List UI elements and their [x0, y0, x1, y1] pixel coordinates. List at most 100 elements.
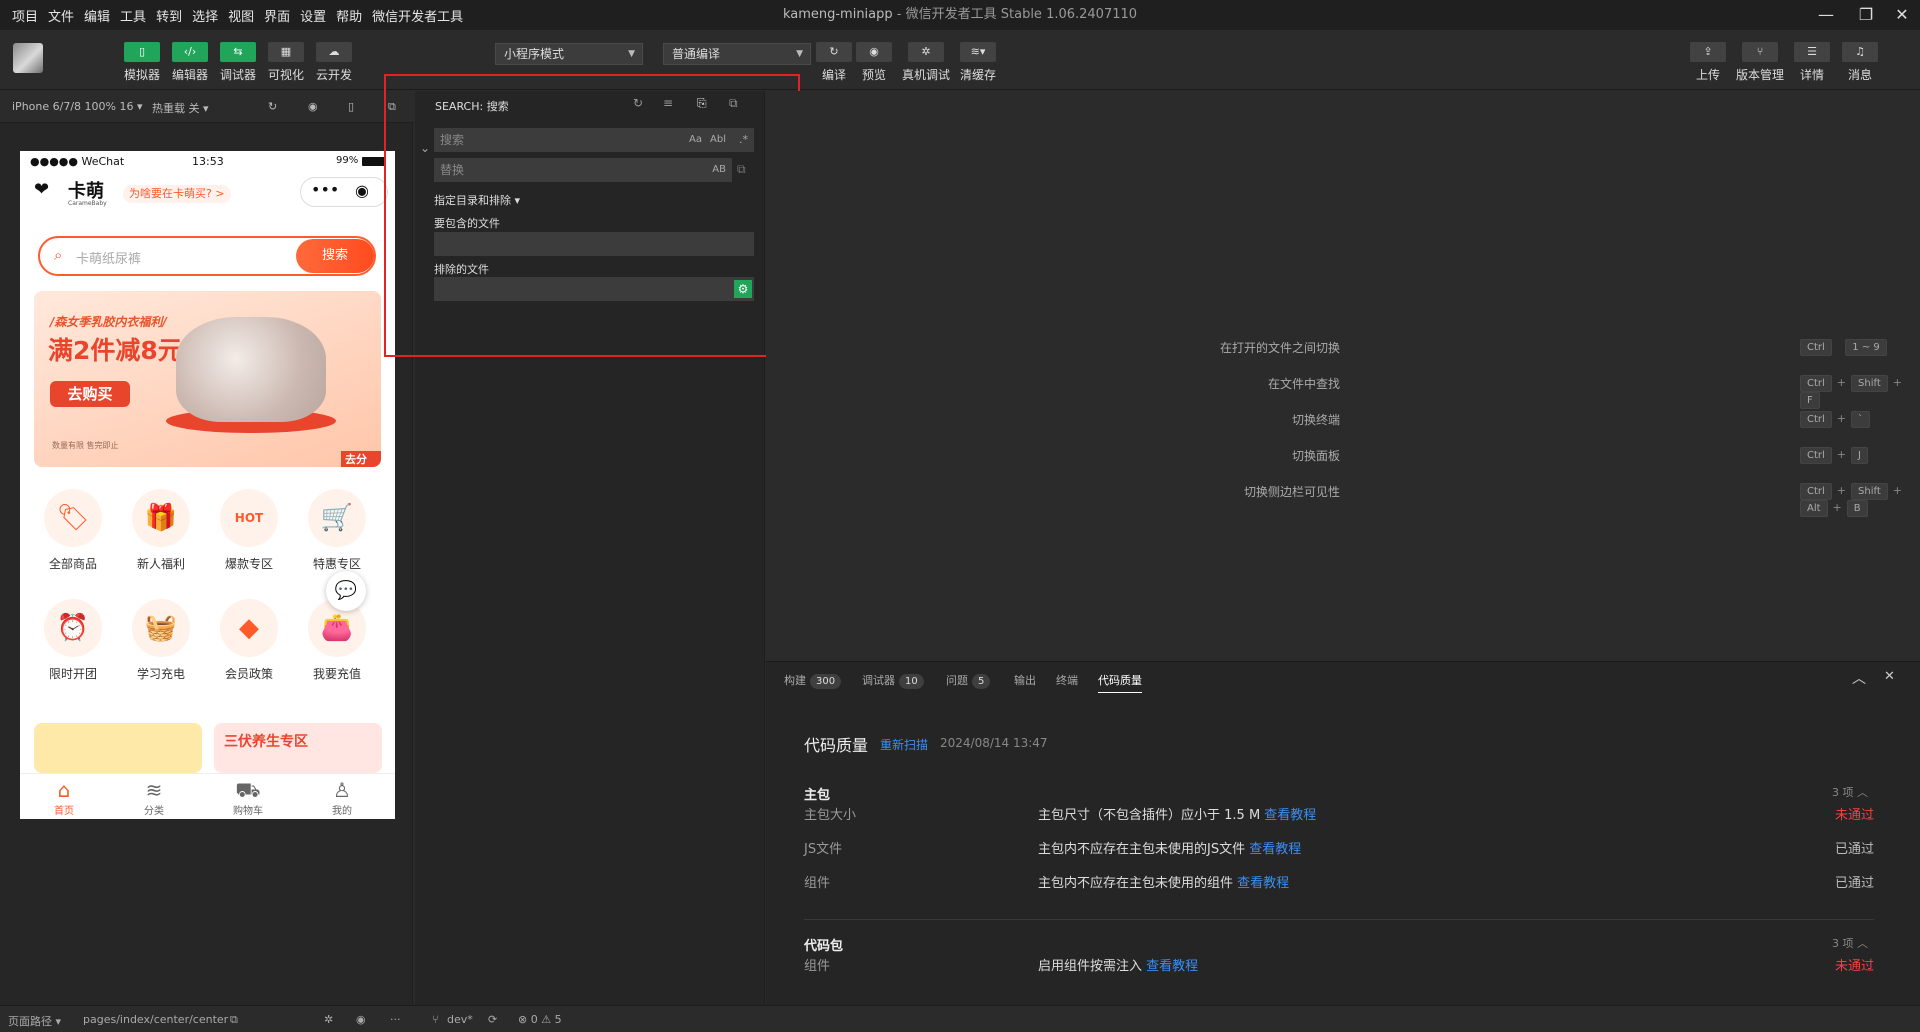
- tab-output[interactable]: 输出: [1014, 672, 1036, 688]
- search-icon: ⌕: [54, 246, 63, 264]
- version-button[interactable]: ⑂ 版本管理: [1736, 42, 1784, 83]
- tab-build[interactable]: 构建 300: [784, 672, 842, 689]
- section-code-toggle[interactable]: 3 项 ︿: [1832, 935, 1868, 951]
- user-icon: ♙: [333, 778, 351, 802]
- simulator-button[interactable]: ▯ 模拟器: [118, 42, 166, 83]
- cart-icon: ⛟: [235, 778, 261, 802]
- device-select[interactable]: iPhone 6/7/8 100% 16 ▾: [12, 100, 143, 113]
- close-icon[interactable]: ✕: [1884, 0, 1920, 30]
- toolbar: ▯ 模拟器 ‹/› 编辑器 ⇆ 调试器 ▦ 可视化 ☁ 云开发 小程序模式 ▼ 普通编译 ▼ …: [0, 30, 1920, 90]
- tutorial-link[interactable]: 查看教程: [1249, 842, 1301, 857]
- tutorial-link[interactable]: 查看教程: [1146, 959, 1198, 974]
- category-all[interactable]: 🏷 全部商品: [33, 489, 113, 572]
- search-button[interactable]: 搜索: [296, 239, 374, 273]
- why-link[interactable]: 为啥要在卡萌买? >: [123, 185, 231, 203]
- layout-icon: ▦: [268, 42, 304, 62]
- real-debug-button[interactable]: ✲ 真机调试: [902, 42, 950, 83]
- menu-tools[interactable]: 工具: [115, 6, 151, 25]
- visual-button[interactable]: ▦ 可视化: [262, 42, 310, 83]
- mode-select[interactable]: 小程序模式 ▼: [495, 43, 643, 65]
- editor-button[interactable]: ‹/› 编辑器: [166, 42, 214, 83]
- menu-edit[interactable]: 编辑: [79, 6, 115, 25]
- upload-icon: ⇪: [1690, 42, 1726, 62]
- layers-icon: ≋: [145, 778, 163, 802]
- category-member[interactable]: ◆ 会员政策: [209, 599, 289, 682]
- menu-file[interactable]: 文件: [43, 6, 79, 25]
- promo-card-right[interactable]: 三伏养生专区: [214, 723, 382, 773]
- menu-help[interactable]: 帮助: [331, 6, 367, 25]
- branch-icon[interactable]: ⑂: [432, 1013, 439, 1026]
- rotate-icon[interactable]: ↻: [268, 100, 277, 113]
- menu-interface[interactable]: 界面: [259, 6, 295, 25]
- promo-banner[interactable]: /森女季乳胶内衣福利/ 满2件减8元 去购买 数量有限 售完即止 去分享: [34, 291, 381, 467]
- chevron-up-icon[interactable]: ︿: [1852, 668, 1866, 688]
- category-special[interactable]: 🛒 特惠专区: [297, 489, 377, 572]
- restore-icon[interactable]: ❐: [1848, 0, 1884, 30]
- preview-button[interactable]: ◉ 预览: [850, 42, 898, 83]
- category-recharge[interactable]: 👛 我要充值: [297, 599, 377, 682]
- menu-select[interactable]: 选择: [187, 6, 223, 25]
- menu-wechat-devtools[interactable]: 微信开发者工具: [367, 6, 468, 25]
- search-placeholder: 卡萌纸尿裤: [76, 252, 142, 267]
- tab-problems[interactable]: 问题 5: [946, 672, 991, 689]
- problems-count[interactable]: ⊗ 0 ⚠ 5: [518, 1013, 562, 1026]
- menu-settings[interactable]: 设置: [295, 6, 331, 25]
- shortcut-row: 在打开的文件之间切换 Ctrl 1 ~ 9: [1220, 338, 1920, 358]
- tab-debugger[interactable]: 调试器 10: [862, 672, 924, 689]
- chat-bubble-icon[interactable]: 💬: [326, 571, 366, 611]
- debugger-button[interactable]: ⇆ 调试器: [214, 42, 262, 83]
- details-button[interactable]: ☰ 详情: [1788, 42, 1836, 83]
- more-icon[interactable]: •••: [311, 180, 339, 199]
- category-newcomer[interactable]: 🎁 新人福利: [121, 489, 201, 572]
- tab-mine[interactable]: ♙ 我的: [312, 778, 372, 817]
- status-bar: 页面路径 ▾ pages/index/center/center ⧉ ✲ ◉ ·…: [0, 1005, 1920, 1032]
- close-panel-icon[interactable]: ✕: [1884, 669, 1895, 684]
- menu-project[interactable]: 项目: [0, 6, 43, 25]
- cloud-button[interactable]: ☁ 云开发: [310, 42, 358, 83]
- branch-icon: ⑂: [1742, 42, 1778, 62]
- copy-icon[interactable]: ⧉: [230, 1013, 238, 1027]
- phone-screen: ●●●●● WeChat 13:53 99% ❤ 卡萌 CarameBaby 为…: [20, 151, 395, 819]
- share-button[interactable]: 去分享: [341, 451, 381, 467]
- hotreload-select[interactable]: 热重载 关 ▾: [152, 100, 209, 116]
- phone-icon[interactable]: ▯: [348, 100, 354, 113]
- section-main-toggle[interactable]: 3 项 ︿: [1832, 784, 1868, 800]
- minimize-icon[interactable]: —: [1808, 0, 1844, 30]
- tutorial-link[interactable]: 查看教程: [1264, 808, 1316, 823]
- category-learning[interactable]: 🧺 学习充电: [121, 599, 201, 682]
- debug-icon: ⇆: [220, 42, 256, 62]
- page-path-select[interactable]: 页面路径 ▾: [8, 1013, 61, 1029]
- rescan-link[interactable]: 重新扫描: [880, 736, 928, 753]
- tab-code-quality[interactable]: 代码质量: [1098, 672, 1142, 693]
- category-group[interactable]: ⏰ 限时开团: [33, 599, 113, 682]
- key-cap: J: [1851, 447, 1868, 464]
- messages-button[interactable]: ♫ 消息: [1836, 42, 1884, 83]
- menu-goto[interactable]: 转到: [151, 6, 187, 25]
- key-cap: 1 ~ 9: [1845, 339, 1887, 356]
- banner-cta-button[interactable]: 去购买: [50, 381, 130, 407]
- eye-icon[interactable]: ◉: [356, 1013, 366, 1026]
- tab-cart[interactable]: ⛟ 购物车: [218, 778, 278, 817]
- tab-terminal[interactable]: 终端: [1056, 672, 1078, 688]
- promo-card-left[interactable]: [34, 723, 202, 773]
- category-hot[interactable]: HOT 爆款专区: [209, 489, 289, 572]
- more-icon[interactable]: ···: [390, 1013, 401, 1026]
- tab-category[interactable]: ≋ 分类: [124, 778, 184, 817]
- phone-icon: ▯: [124, 42, 160, 62]
- compile-select[interactable]: 普通编译 ▼: [663, 43, 811, 65]
- code-icon: ‹/›: [172, 42, 208, 62]
- clear-cache-button[interactable]: ≋▾ 清缓存: [954, 42, 1002, 83]
- bug-icon[interactable]: ✲: [324, 1013, 333, 1026]
- upload-button[interactable]: ⇪ 上传: [1684, 42, 1732, 83]
- record-icon[interactable]: ◉: [308, 100, 318, 113]
- tutorial-link[interactable]: 查看教程: [1237, 876, 1289, 891]
- sync-icon[interactable]: ⟳: [488, 1013, 497, 1026]
- key-cap: Shift: [1851, 375, 1888, 392]
- branch-name[interactable]: dev*: [447, 1013, 473, 1026]
- shortcut-label: 切换面板: [1291, 449, 1340, 463]
- close-miniapp-icon[interactable]: ◉: [355, 181, 369, 200]
- avatar[interactable]: [13, 43, 43, 73]
- tab-home[interactable]: ⌂ 首页: [34, 778, 94, 817]
- divider: [804, 919, 1874, 920]
- menu-view[interactable]: 视图: [223, 6, 259, 25]
